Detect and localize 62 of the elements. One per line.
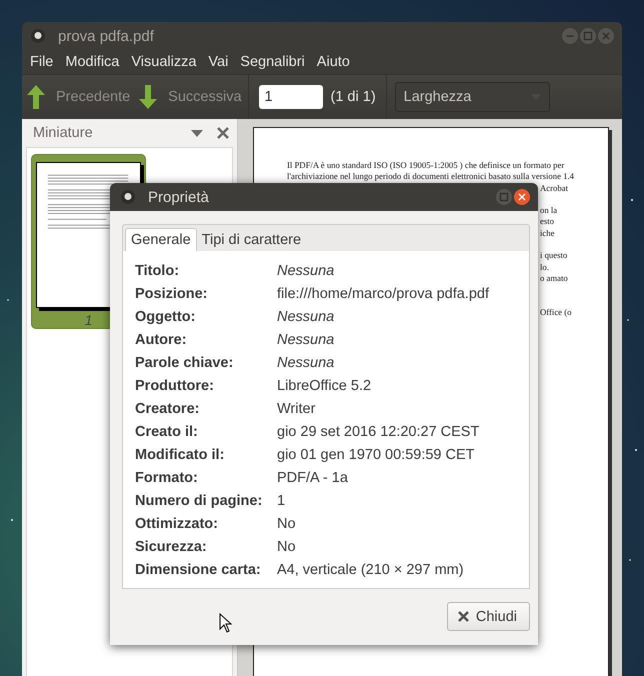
property-label: Modificato il: [135, 446, 226, 464]
close-icon[interactable] [217, 127, 229, 139]
down-arrow-icon [138, 84, 158, 110]
menu-item[interactable]: Aiuto [310, 54, 356, 70]
zoom-dropdown[interactable]: Larghezza [394, 82, 550, 112]
document-text: o amato [540, 272, 568, 283]
maximize-icon[interactable] [580, 28, 596, 44]
property-value: gio 01 gen 1970 00:59:59 CET [277, 446, 476, 464]
page-count: (1 di 1) [330, 89, 376, 105]
mouse-pointer-icon [219, 613, 233, 633]
property-label: Parole chiave: [135, 354, 234, 372]
menu-item[interactable]: Vai [202, 54, 234, 70]
minimize-icon[interactable] [562, 28, 578, 44]
tab[interactable]: Generale [125, 228, 197, 251]
property-label: Sicurezza: [135, 538, 208, 556]
property-value: gio 29 set 2016 12:20:27 CEST [277, 423, 480, 442]
document-text: esto [540, 216, 554, 226]
property-value: Nessuna [277, 308, 336, 326]
menu-item[interactable]: Segnalibri [234, 54, 311, 70]
page-number-field[interactable]: 1 [258, 85, 323, 109]
document-text: i questo [540, 250, 568, 260]
property-value: PDF/A - 1a [277, 469, 349, 488]
close-button[interactable]: Chiudi [446, 602, 530, 631]
document-text: lo. [540, 262, 549, 272]
property-value: LibreOffice 5.2 [277, 377, 372, 396]
property-value: No [277, 515, 297, 534]
app-icon [30, 28, 46, 44]
property-label: Numero di pagine: [135, 492, 264, 510]
document-text: l'archiviazione nel lungo periodo di documenti elettronici basato sulla versione 1.4 [287, 171, 575, 183]
property-label: Dimensione carta: [135, 561, 262, 580]
document-text: iche [540, 228, 554, 238]
menu-item[interactable]: Visualizza [125, 54, 202, 70]
property-label: Creatore: [135, 400, 200, 418]
menu-item[interactable]: Modifica [59, 54, 126, 70]
property-value: A4, verticale (210 × 297 mm) [277, 561, 465, 580]
property-value: Writer [277, 400, 316, 418]
window-title: prova pdfa.pdf [58, 28, 155, 44]
property-label: Produttore: [135, 377, 215, 396]
menu-item[interactable]: File [24, 54, 60, 70]
document-text: on la [540, 205, 558, 216]
sidebar-title: Miniature [33, 125, 94, 141]
property-value: No [277, 538, 297, 556]
dialog-title: Proprietà [148, 188, 210, 206]
property-value: Nessuna [277, 262, 336, 280]
property-value: Nessuna [277, 354, 336, 372]
property-label: Formato: [135, 469, 199, 488]
property-value: file:///home/marco/prova pdfa.pdf [277, 285, 490, 304]
property-value: 1 [277, 492, 286, 510]
property-label: Autore: [135, 331, 188, 350]
close-icon [458, 611, 469, 622]
app-icon [120, 189, 136, 205]
property-label: Ottimizzato: [135, 515, 219, 534]
up-arrow-icon [26, 84, 46, 110]
property-value: Nessuna [277, 331, 336, 350]
document-text: Acrobat [540, 182, 568, 193]
thumbnail-label: 1 [84, 312, 92, 328]
document-text: Il PDF/A è uno standard ISO (ISO 19005-1:2005 ) che definisce un formato per [287, 160, 566, 172]
property-label: Creato il: [135, 423, 199, 442]
close-icon[interactable] [514, 189, 530, 205]
caret-icon[interactable] [191, 130, 203, 136]
document-text: Office (o [540, 306, 572, 317]
tab[interactable]: Tipi di carattere [196, 228, 306, 251]
